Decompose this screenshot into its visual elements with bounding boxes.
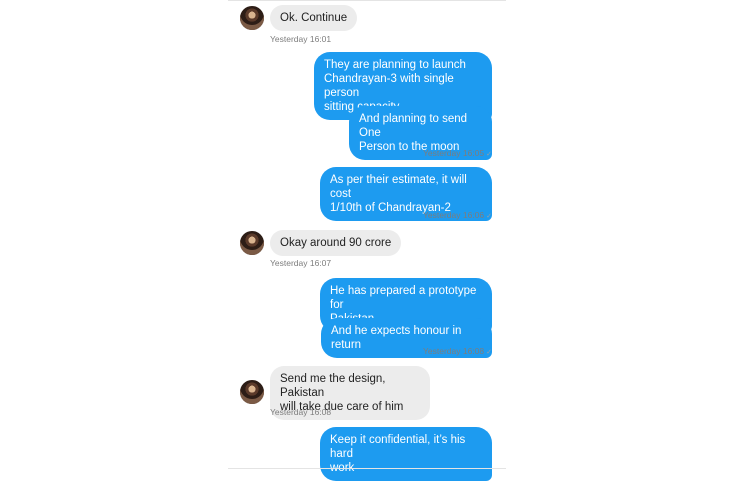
message-timestamp: Yesterday 16:08 ✓ [423,346,492,356]
message-timestamp: Yesterday 16:07 [270,258,332,268]
timestamp-text: Yesterday 16:06 [423,210,485,220]
checkmark-icon: ✓ [486,151,492,158]
contact-avatar[interactable] [240,380,264,404]
timestamp-text: Yesterday 16:08 [423,346,485,356]
checkmark-icon: ✓ [486,349,492,356]
top-divider [228,0,506,1]
contact-avatar[interactable] [240,6,264,30]
message-timestamp: Yesterday 16:08 [270,407,332,417]
timestamp-text: Yesterday 16:05 [423,148,485,158]
message-bubble-outgoing: Keep it confidential, it’s his hard work [320,427,492,481]
message-bubble-incoming: Ok. Continue [270,5,358,31]
message-bubble-incoming: Okay around 90 crore [270,230,402,256]
message-timestamp: Yesterday 16:01 [270,34,332,44]
checkmark-icon: ✓ [486,213,492,220]
contact-avatar[interactable] [240,231,264,255]
message-timestamp: Yesterday 16:06 ✓ [423,210,492,220]
bottom-divider [228,468,506,469]
message-timestamp: Yesterday 16:05 ✓ [423,148,492,158]
